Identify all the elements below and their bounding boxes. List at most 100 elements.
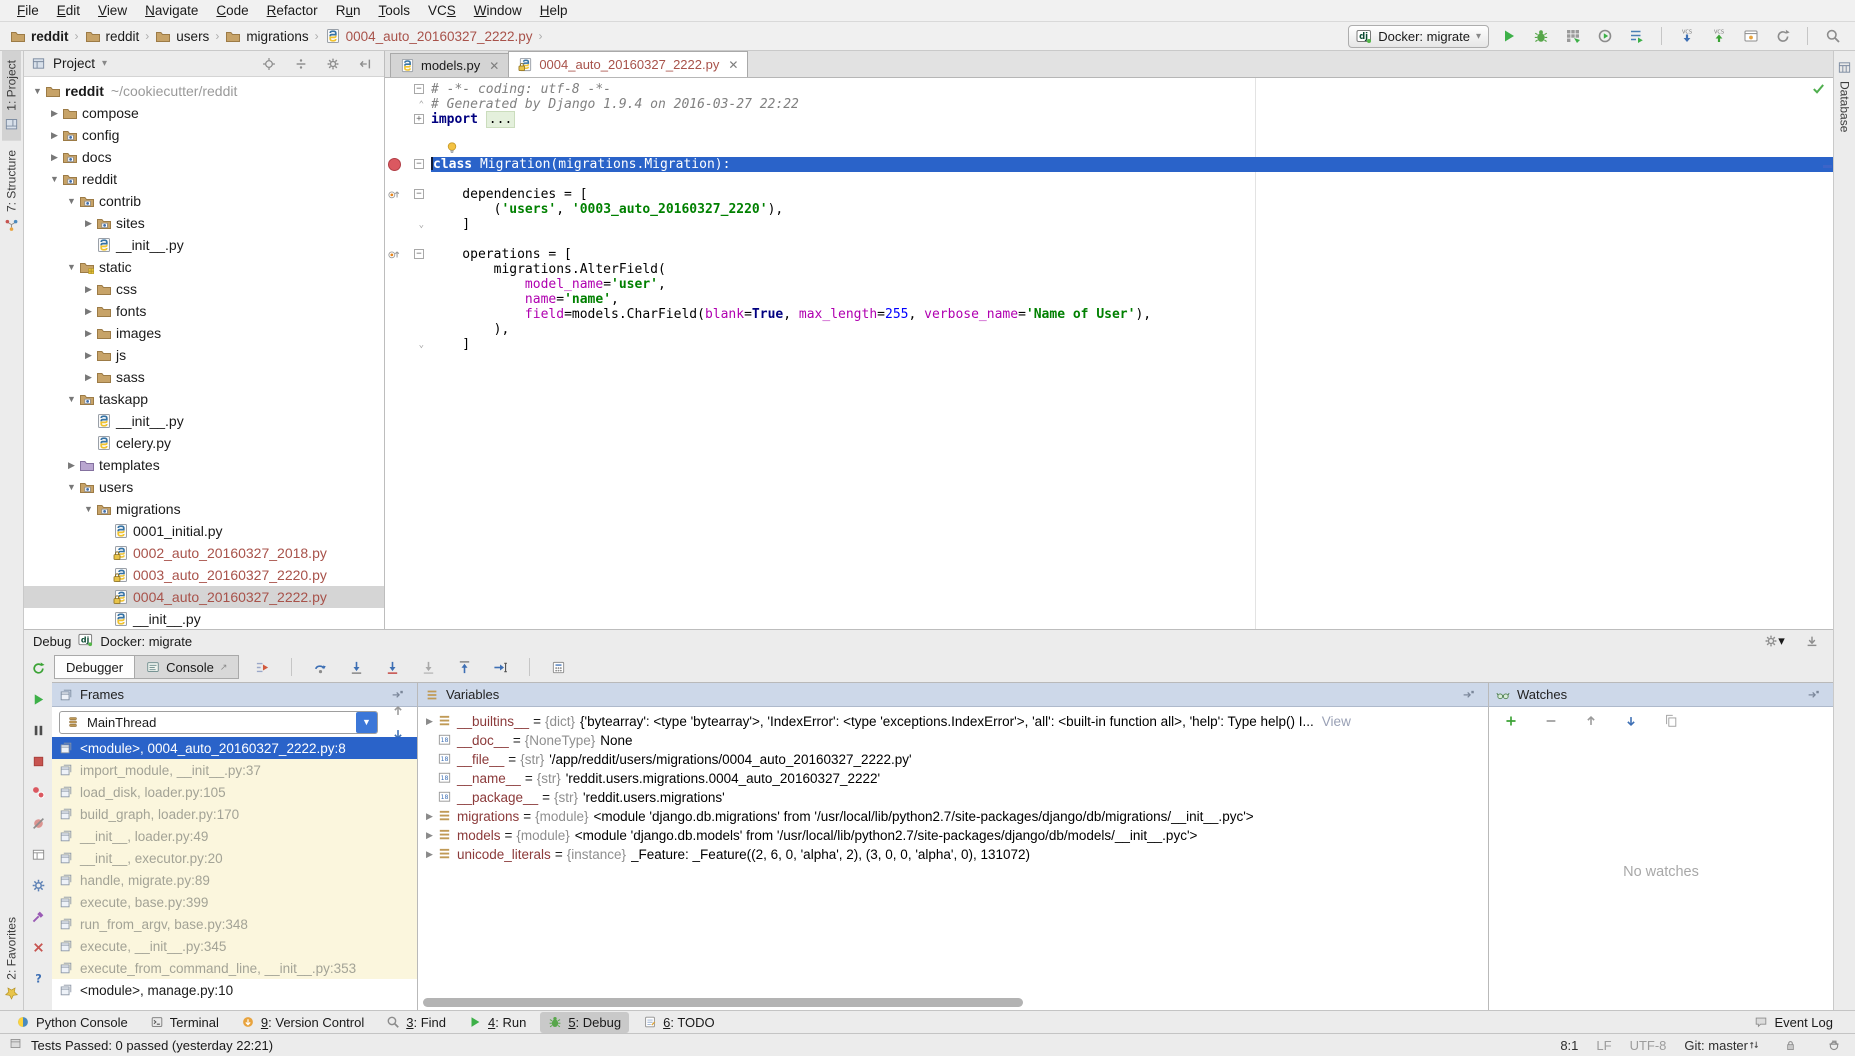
close-tab-icon[interactable]: ✕ <box>489 59 499 73</box>
stack-frame[interactable]: __init__, executor.py:20 <box>52 847 417 869</box>
fold-collapse-icon[interactable]: − <box>414 84 424 94</box>
editor-gutter[interactable]: ⌄ <box>385 217 431 232</box>
tree-collapsed-arrow-icon[interactable]: ▶ <box>81 372 96 383</box>
readonly-lock-button[interactable] <box>1778 1034 1803 1056</box>
variable-view-link[interactable]: View <box>1322 714 1351 729</box>
breadcrumb-item[interactable]: reddit <box>85 28 140 44</box>
menu-edit[interactable]: Edit <box>48 2 89 19</box>
tree-collapsed-arrow-icon[interactable]: ▶ <box>81 284 96 295</box>
tree-item-css[interactable]: ▶css <box>24 278 384 300</box>
tree-item-sass[interactable]: ▶sass <box>24 366 384 388</box>
breadcrumb-item[interactable]: users <box>155 28 209 44</box>
stack-frame[interactable]: load_disk, loader.py:105 <box>52 781 417 803</box>
menu-code[interactable]: Code <box>207 2 257 19</box>
locate-button[interactable] <box>256 52 281 75</box>
tree-item-images[interactable]: ▶images <box>24 322 384 344</box>
debug-bug-button[interactable] <box>1528 25 1553 48</box>
editor-gutter[interactable] <box>385 262 431 277</box>
pause-button[interactable] <box>26 719 51 742</box>
stack-frame[interactable]: execute_from_command_line, __init__.py:3… <box>52 957 417 979</box>
tree-expanded-arrow-icon[interactable]: ▼ <box>81 504 96 514</box>
tree-item-migrations[interactable]: ▼migrations <box>24 498 384 520</box>
smart-step-button[interactable] <box>416 656 441 679</box>
editor-gutter[interactable] <box>385 307 431 322</box>
exec-point-button[interactable] <box>250 656 275 679</box>
variable-row[interactable]: 18__name__={str}'reddit.users.migrations… <box>418 769 1488 788</box>
tree-item-0002-auto-20160327-2018-py[interactable]: 0002_auto_20160327_2018.py <box>24 542 384 564</box>
tree-collapsed-arrow-icon[interactable]: ▶ <box>47 152 62 163</box>
run-button[interactable] <box>1496 25 1521 48</box>
stack-frame[interactable]: import_module, __init__.py:37 <box>52 759 417 781</box>
variable-expand-arrow-icon[interactable]: ▶ <box>422 830 437 841</box>
tree-item-0004-auto-20160327-2222-py[interactable]: 0004_auto_20160327_2222.py <box>24 586 384 608</box>
arrow-up-watch-button[interactable] <box>1578 709 1603 732</box>
vcs-branch-widget[interactable]: Git: master <box>1684 1038 1760 1053</box>
tree-expanded-arrow-icon[interactable]: ▼ <box>64 262 79 272</box>
editor-gutter[interactable] <box>385 202 431 217</box>
editor-tab-0004-auto-20160327-2222-py[interactable]: 0004_auto_20160327_2222.py✕ <box>508 51 748 77</box>
tree-item-sites[interactable]: ▶sites <box>24 212 384 234</box>
mute-bp-button[interactable] <box>26 812 51 835</box>
variable-row[interactable]: 18__package__={str}'reddit.users.migrati… <box>418 788 1488 807</box>
run-to-cursor-button[interactable] <box>488 656 513 679</box>
menu-help[interactable]: Help <box>531 2 577 19</box>
tree-item-taskapp[interactable]: ▼taskapp <box>24 388 384 410</box>
editor-gutter[interactable]: ⌃ <box>385 97 431 112</box>
inspections-ok-icon[interactable] <box>1811 81 1826 100</box>
tree-item-reddit[interactable]: ▼reddit~/cookiecutter/reddit <box>24 80 384 102</box>
editor-gutter[interactable]: ⌄ <box>385 337 431 352</box>
toolwindow-button-3-find[interactable]: 3: Find <box>378 1012 454 1033</box>
variable-row[interactable]: 18__file__={str}'/app/reddit/users/migra… <box>418 750 1488 769</box>
vcs-update-button[interactable]: VCS <box>1674 25 1699 48</box>
menu-window[interactable]: Window <box>465 2 531 19</box>
tree-collapsed-arrow-icon[interactable]: ▶ <box>47 108 62 119</box>
tree-item-config[interactable]: ▶config <box>24 124 384 146</box>
tree-item-templates[interactable]: ▶templates <box>24 454 384 476</box>
profile-button[interactable] <box>1592 25 1617 48</box>
stripe-tab-project[interactable]: 1: Project <box>2 51 21 141</box>
variable-expand-arrow-icon[interactable]: ▶ <box>422 716 437 727</box>
stack-frame[interactable]: run_from_argv, base.py:348 <box>52 913 417 935</box>
menu-vcs[interactable]: VCS <box>419 2 465 19</box>
gear-button[interactable] <box>320 52 345 75</box>
editor-gutter[interactable]: − <box>385 82 431 97</box>
copy-watch-button[interactable] <box>1658 709 1683 732</box>
horizontal-scrollbar[interactable] <box>423 998 1023 1007</box>
tree-item--init-py[interactable]: __init__.py <box>24 234 384 256</box>
tree-item-reddit[interactable]: ▼reddit <box>24 168 384 190</box>
layout-button[interactable] <box>26 843 51 866</box>
editor-gutter[interactable]: − <box>385 187 431 202</box>
revert-button[interactable] <box>1770 25 1795 48</box>
vcs-commit-button[interactable]: VCS <box>1706 25 1731 48</box>
fold-range-icon[interactable]: ⌄ <box>419 220 424 230</box>
tree-item-docs[interactable]: ▶docs <box>24 146 384 168</box>
tree-collapsed-arrow-icon[interactable]: ▶ <box>81 328 96 339</box>
tree-item-users[interactable]: ▼users <box>24 476 384 498</box>
caret-position-widget[interactable]: 8:1 <box>1560 1038 1578 1053</box>
fold-range-icon[interactable]: ⌃ <box>419 100 424 110</box>
menu-navigate[interactable]: Navigate <box>136 2 207 19</box>
toolwindow-button-6-todo[interactable]: 6: TODO <box>635 1012 723 1033</box>
tree-expanded-arrow-icon[interactable]: ▼ <box>30 86 45 96</box>
debug-settings-button[interactable]: ▾ <box>1762 630 1787 653</box>
help-button[interactable]: ? <box>26 967 51 990</box>
variable-row[interactable]: ▶models={module}<module 'django.db.model… <box>418 826 1488 845</box>
remove-watch-button[interactable] <box>1538 709 1563 732</box>
code-editor[interactable]: −# -*- coding: utf-8 -*-⌃# Generated by … <box>385 78 1833 629</box>
tree-item-contrib[interactable]: ▼contrib <box>24 190 384 212</box>
toolwindow-button-python-console[interactable]: Python Console <box>8 1012 136 1033</box>
encoding-widget[interactable]: UTF-8 <box>1630 1038 1667 1053</box>
step-out-button[interactable] <box>452 656 477 679</box>
run-configs-button[interactable] <box>1624 25 1649 48</box>
editor-gutter[interactable]: − <box>385 157 431 172</box>
undock-variables-button[interactable] <box>1456 683 1481 706</box>
breakpoint-icon[interactable] <box>388 158 401 171</box>
breadcrumb-item[interactable]: reddit <box>10 28 69 44</box>
collapse-all-button[interactable] <box>288 52 313 75</box>
previous-frame-button[interactable] <box>385 699 410 722</box>
hide-debug-window-button[interactable] <box>1799 630 1824 653</box>
tree-item-static[interactable]: ▼static <box>24 256 384 278</box>
toolwin-toggle-icon[interactable] <box>9 1037 22 1050</box>
toolwindow-toggle-icon[interactable] <box>9 1037 22 1053</box>
editor-gutter[interactable]: − <box>385 247 431 262</box>
